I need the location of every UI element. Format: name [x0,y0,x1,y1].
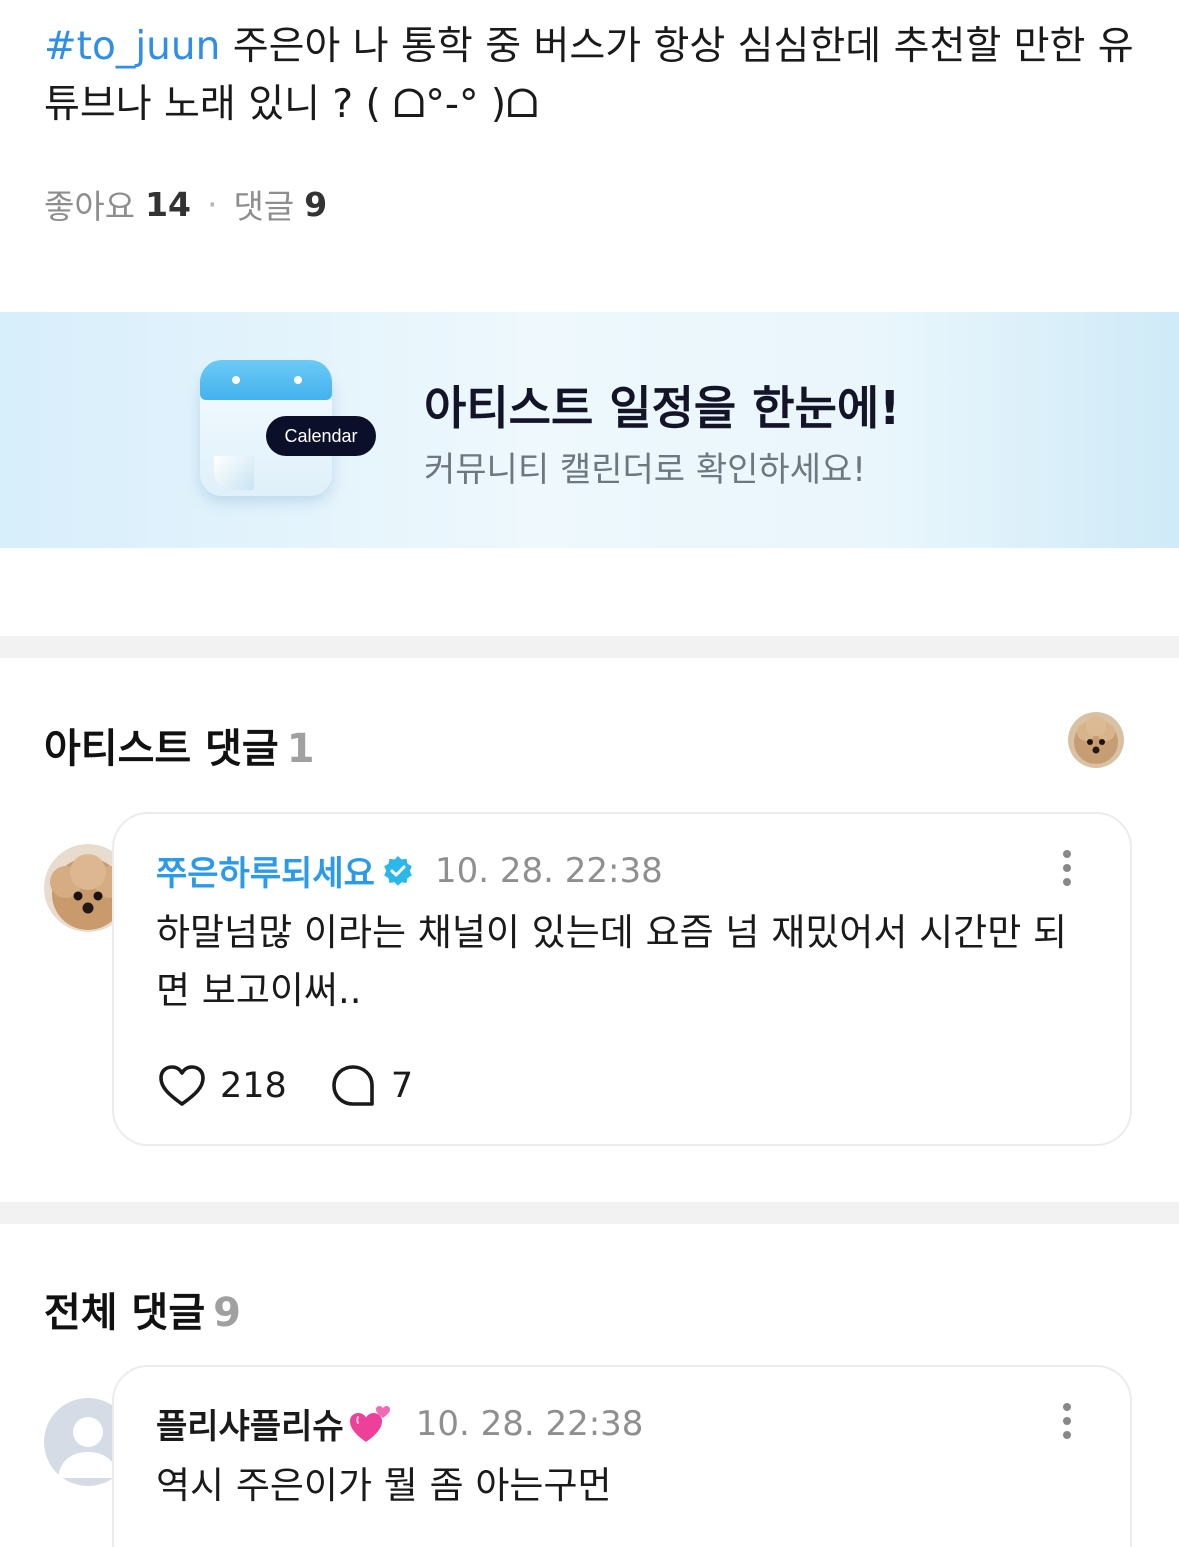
section-divider [0,1202,1179,1224]
comment-author[interactable]: 쭈은하루되세요 [156,846,375,895]
section-divider [0,636,1179,658]
comments-count: 9 [304,184,328,224]
comment-header: 플리샤플리슈 10. 28. 22:38 [156,1399,643,1448]
comment-time: 10. 28. 22:38 [434,850,663,891]
heart-icon[interactable] [156,1060,208,1112]
comment-header: 쭈은하루되세요 10. 28. 22:38 [156,846,663,895]
banner-title: 아티스트 일정을 한눈에! [424,381,901,435]
calendar-icon: Calendar [200,360,376,500]
artist-comments-count: 1 [286,726,315,772]
artist-comment-card: 쭈은하루되세요 10. 28. 22:38 하말넘많 이라는 채널이 있는데 요… [112,812,1132,1146]
sparkling-heart-icon [349,1405,390,1442]
artist-comments-heading: 아티스트 댓글 [44,726,279,772]
comment-text: 역시 주은이가 뭘 좀 아는구먼 [156,1464,612,1507]
verified-icon [384,855,412,886]
likes-label: 좋아요 [44,187,136,226]
more-options-icon[interactable] [1060,1403,1074,1443]
separator-dot: · [207,184,218,224]
reply-count: 7 [390,1066,414,1106]
comment-author[interactable]: 플리샤플리슈 [156,1399,344,1448]
calendar-banner[interactable]: Calendar 아티스트 일정을 한눈에! 커뮤니티 캘린더로 확인하세요! [0,312,1179,548]
all-comments-heading: 전체 댓글 [44,1290,206,1336]
comment-time: 10. 28. 22:38 [415,1403,644,1444]
like-count: 218 [220,1066,287,1106]
more-options-icon[interactable] [1060,850,1074,890]
post-stats: 좋아요 14 · 댓글 9 [44,180,327,228]
banner-subtitle: 커뮤니티 캘린더로 확인하세요! [424,450,866,490]
comment-text: 하말넘많 이라는 채널이 있는데 요즘 넘 재밌어서 시간만 되면 보고이써.. [156,911,1068,1012]
all-comments-title: 전체 댓글 9 [44,1280,241,1338]
calendar-pill-label: Calendar [266,416,376,456]
artist-comments-title: 아티스트 댓글 1 [44,716,315,774]
post-hashtag[interactable]: #to_juun [44,24,220,69]
comment-actions: 218 7 [156,1060,413,1112]
comment-card: 플리샤플리슈 10. 28. 22:38 역시 주은이가 뭘 좀 아는구먼 [112,1365,1132,1547]
likes-count: 14 [145,184,192,224]
post-text: #to_juun 주은아 나 통학 중 버스가 항상 심심한데 추천할 만한 유… [44,18,1134,134]
artist-avatar-filter[interactable] [1068,712,1124,768]
comments-label: 댓글 [233,187,295,226]
all-comments-count: 9 [213,1290,241,1336]
reply-bubble-icon[interactable] [327,1060,379,1112]
